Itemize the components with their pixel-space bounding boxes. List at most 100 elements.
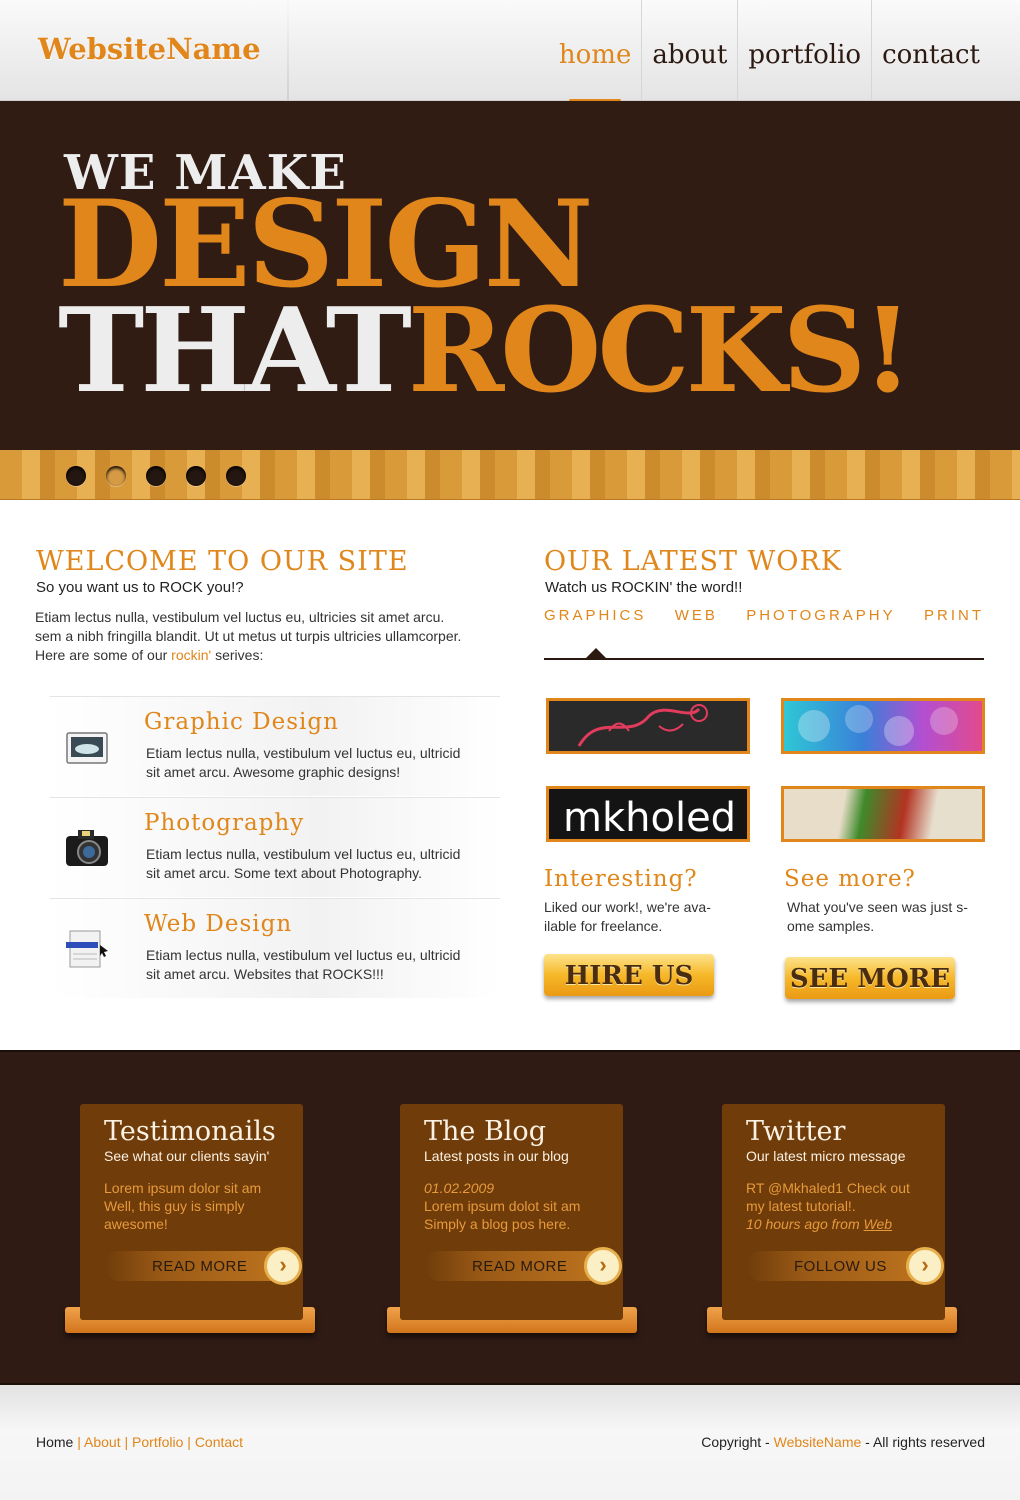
work-tabs: GRAPHICS WEB PHOTOGRAPHY PRINT [544, 607, 984, 624]
cta-see-more-title: See more? [784, 866, 916, 892]
hire-us-button[interactable]: HIRE US [544, 954, 714, 996]
button-label: READ MORE [152, 1258, 248, 1275]
box-line: my latest tutorial!. [746, 1198, 856, 1214]
footer-link-home[interactable]: Home [36, 1434, 73, 1450]
footer-link-about[interactable]: About [84, 1434, 121, 1450]
header: WebsiteName home about portfolio contact [0, 0, 1020, 102]
tweet-meta: 10 hours ago from Web [746, 1215, 936, 1233]
read-more-button[interactable]: READ MORE › [424, 1247, 622, 1285]
welcome-line-3-pre: Here are some of our [35, 647, 172, 663]
hero-line-3: THATROCKS! [58, 293, 913, 409]
box-title: The Blog [424, 1116, 546, 1147]
site-logo[interactable]: WebsiteName [38, 32, 261, 66]
read-more-button[interactable]: READ MORE › [104, 1247, 302, 1285]
service-text-line: Etiam lectus nulla, vestibulum vel luctu… [146, 745, 461, 761]
copyright: Copyright - WebsiteName - All rights res… [701, 1434, 985, 1450]
footer: Home | About | Portfolio | Contact Copyr… [0, 1385, 1020, 1500]
service-web-design[interactable]: Web Design Etiam lectus nulla, vestibulu… [50, 898, 500, 998]
tab-underline [544, 658, 984, 660]
box-subtitle: Latest posts in our blog [424, 1148, 569, 1164]
cta-see-more-text: What you've seen was just s- ome samples… [787, 898, 987, 936]
button-label: FOLLOW US [794, 1258, 887, 1275]
copyright-pre: Copyright - [701, 1434, 774, 1450]
camera-icon [66, 830, 108, 866]
slider-dots [66, 466, 246, 486]
box-title: Testimonails [104, 1116, 276, 1147]
slider-dot[interactable] [66, 466, 86, 486]
footer-links: Home | About | Portfolio | Contact [36, 1434, 243, 1450]
welcome-title: WELCOME TO OUR SITE [36, 546, 409, 577]
slider-dot[interactable] [146, 466, 166, 486]
welcome-paragraph: Etiam lectus nulla, vestibulum vel luctu… [35, 608, 505, 665]
service-text-line: sit amet arcu. Awesome graphic designs! [146, 764, 401, 780]
nav-home[interactable]: home [549, 0, 641, 102]
hero-line-3-white: THAT [58, 283, 412, 419]
service-text: Etiam lectus nulla, vestibulum vel luctu… [146, 744, 496, 782]
tab-photography[interactable]: PHOTOGRAPHY [746, 607, 895, 624]
box-line: Well, this guy is simply [104, 1198, 245, 1214]
work-thumb-art[interactable] [781, 786, 985, 842]
service-text-line: sit amet arcu. Websites that ROCKS!!! [146, 966, 384, 982]
main-nav: home about portfolio contact [549, 0, 990, 102]
tweet-source-link[interactable]: Web [864, 1216, 893, 1232]
hero-line-3-orange: ROCKS! [407, 283, 913, 419]
welcome-line-2: sem a nibh fringilla blandit. Ut ut metu… [35, 628, 462, 644]
footer-separator: | [187, 1434, 191, 1450]
cta-text-line: What you've seen was just s- [787, 899, 968, 915]
box-line: RT @Mkhaled1 Check out [746, 1180, 910, 1196]
footer-link-portfolio[interactable]: Portfolio [132, 1434, 183, 1450]
work-thumb-floral[interactable] [546, 698, 750, 754]
service-text-line: sit amet arcu. Some text about Photograp… [146, 865, 423, 881]
work-thumb-bokeh[interactable] [781, 698, 985, 754]
nav-contact[interactable]: contact [871, 0, 990, 100]
welcome-subtitle: So you want us to ROCK you!? [36, 579, 244, 596]
welcome-line-3-post: serives: [211, 647, 264, 663]
welcome-line-3: Here are some of our rockin' serives: [35, 646, 505, 665]
tab-graphics[interactable]: GRAPHICS [544, 607, 646, 624]
service-title: Graphic Design [144, 709, 339, 735]
copyright-site-link[interactable]: WebsiteName [774, 1434, 862, 1450]
work-thumb-logo[interactable]: mkholed [546, 786, 750, 842]
button-label: READ MORE [472, 1258, 568, 1275]
box-title: Twitter [746, 1116, 846, 1147]
chevron-right-icon: › [584, 1247, 622, 1285]
slider-dot[interactable] [226, 466, 246, 486]
copyright-post: - All rights reserved [861, 1434, 985, 1450]
cta-text-line: Liked our work!, we're ava- [544, 899, 711, 915]
footer-separator: | [124, 1434, 129, 1450]
follow-us-button[interactable]: FOLLOW US › [746, 1247, 944, 1285]
cta-text-line: ome samples. [787, 918, 875, 934]
footer-separator: | [77, 1434, 81, 1450]
twitter-box: Twitter Our latest micro message RT @Mkh… [722, 1104, 945, 1320]
logo-divider [287, 0, 289, 100]
cta-text-line: ilable for freelance. [544, 918, 663, 934]
box-body: RT @Mkhaled1 Check out my latest tutoria… [746, 1179, 936, 1233]
see-more-button[interactable]: SEE MORE [785, 957, 955, 999]
work-subtitle: Watch us ROCKIN' the word!! [545, 579, 743, 596]
footer-link-contact[interactable]: Contact [195, 1434, 243, 1450]
bokeh-pattern-icon [798, 705, 958, 746]
service-text-line: Etiam lectus nulla, vestibulum vel luctu… [146, 846, 461, 862]
service-photography[interactable]: Photography Etiam lectus nulla, vestibul… [50, 797, 500, 897]
blog-box: The Blog Latest posts in our blog 01.02.… [400, 1104, 623, 1320]
nav-portfolio[interactable]: portfolio [737, 0, 871, 100]
tab-web[interactable]: WEB [675, 607, 718, 624]
webpage-icon [66, 930, 108, 968]
service-graphic-design[interactable]: Graphic Design Etiam lectus nulla, vesti… [50, 696, 500, 796]
nav-about[interactable]: about [641, 0, 737, 100]
main-content: WELCOME TO OUR SITE So you want us to RO… [0, 500, 1020, 1050]
rockin-link[interactable]: rockin' [171, 647, 211, 663]
box-line: Lorem ipsum dolot sit am [424, 1198, 581, 1214]
blog-date: 01.02.2009 [424, 1180, 495, 1196]
service-title: Photography [144, 810, 305, 836]
monitor-icon [66, 732, 108, 764]
tab-indicator [586, 648, 606, 658]
chevron-right-icon: › [906, 1247, 944, 1285]
service-text: Etiam lectus nulla, vestibulum vel luctu… [146, 845, 496, 883]
tab-print[interactable]: PRINT [924, 607, 984, 624]
slider-dot-active[interactable] [106, 466, 126, 486]
floral-pattern-icon [577, 704, 708, 747]
box-subtitle: Our latest micro message [746, 1148, 906, 1164]
cta-interesting-text: Liked our work!, we're ava- ilable for f… [544, 898, 744, 936]
slider-dot[interactable] [186, 466, 206, 486]
